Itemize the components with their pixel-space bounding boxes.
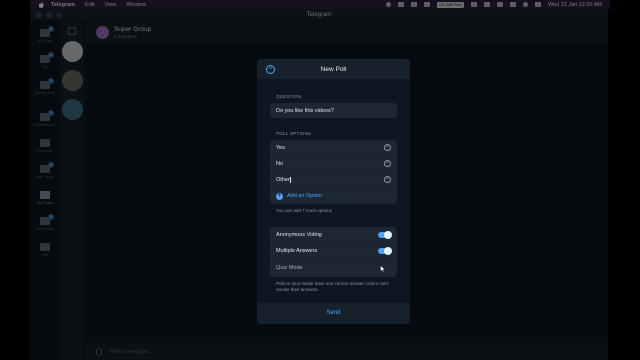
remove-option-icon[interactable]: × [384,144,391,151]
option-text: Other [276,176,290,183]
setting-label: Multiple Answers [276,248,318,255]
poll-option-input[interactable]: Yes × [270,140,397,156]
options-remaining-hint: You can add 7 more options [276,208,332,213]
poll-option-input[interactable]: No × [270,156,397,172]
send-label: Send [326,310,341,316]
poll-options-list: Yes × No × Other × + Add an Option [270,140,397,204]
mouse-pointer-icon [380,265,386,273]
option-text: Yes [276,144,285,151]
question-label: QUESTION [276,94,302,99]
close-icon[interactable]: × [266,65,275,74]
send-button[interactable]: Send [257,303,410,323]
quiz-mode-row[interactable]: Quiz Mode [270,260,397,277]
options-label: POLL OPTIONS [276,131,312,136]
multiple-answers-row[interactable]: Multiple Answers [270,244,397,260]
question-value: Do you like this videos? [276,107,334,114]
poll-option-input[interactable]: Other × [270,172,397,188]
setting-label: Quiz Mode [276,265,303,272]
dialog-title: New Poll [320,65,347,73]
remove-option-icon[interactable]: × [384,160,391,167]
poll-settings: Anonymous Voting Multiple Answers Quiz M… [270,227,397,277]
anonymous-voting-toggle[interactable] [378,230,392,239]
question-input[interactable]: Do you like this videos? [270,103,397,118]
add-option-button[interactable]: + Add an Option [270,188,397,204]
quiz-mode-hint: Polls in Quiz Mode have one correct answ… [276,280,389,292]
multiple-answers-toggle[interactable] [378,247,392,256]
dialog-body: QUESTION Do you like this videos? POLL O… [257,80,410,303]
plus-icon: + [276,192,283,200]
new-poll-dialog: × New Poll QUESTION Do you like this vid… [257,59,410,324]
text-caret [290,176,291,183]
option-text: No [276,160,284,167]
remove-option-icon[interactable]: × [384,176,391,183]
add-option-label: Add an Option [287,193,323,199]
dialog-header: × New Poll [257,59,410,80]
setting-label: Anonymous Voting [276,231,322,238]
anonymous-voting-row[interactable]: Anonymous Voting [270,227,397,244]
